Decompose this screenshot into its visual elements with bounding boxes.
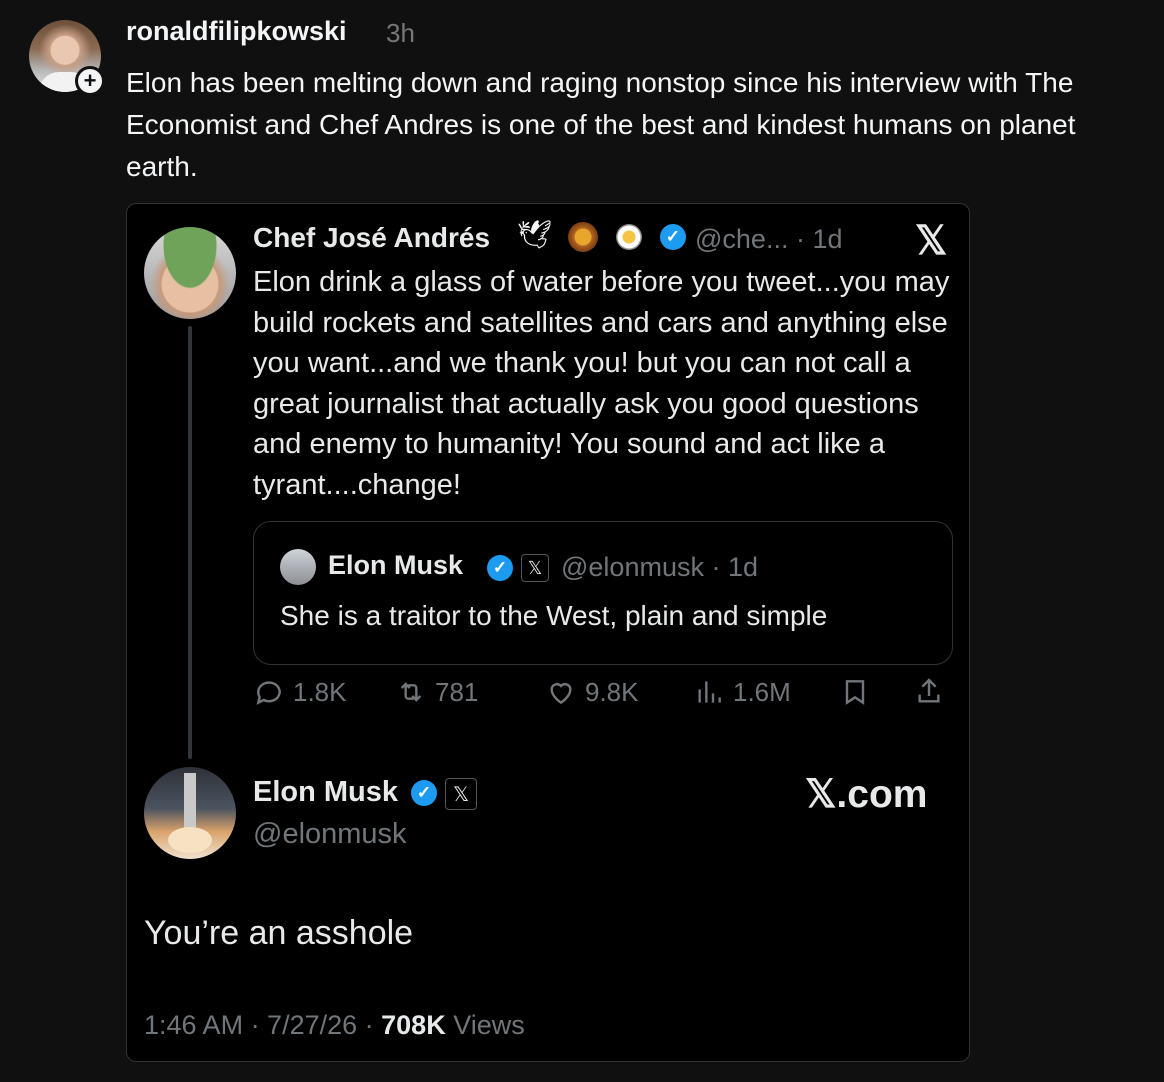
chef-name: Chef José Andrés [253, 222, 491, 253]
verified-icon: ✓ [659, 223, 686, 250]
x-badge-icon: 𝕏 [445, 778, 477, 810]
thread-line [188, 326, 192, 759]
tweet-actions: 1.8K 781 9.8K 1.6M [253, 676, 969, 726]
dove-icon: 🕊 [517, 219, 553, 250]
paella-icon [568, 221, 599, 252]
bookmark-icon [845, 680, 865, 705]
reply-icon [256, 681, 281, 705]
frying-pan-icon [616, 223, 643, 250]
elon-avatar [144, 767, 236, 859]
share-icon [918, 678, 940, 703]
name-emojis: 🕊 ✓ [517, 218, 686, 252]
post-text: Elon has been melting down and raging no… [126, 67, 1076, 182]
x-logo-icon: 𝕏 [915, 219, 948, 263]
tweet-views-count: 708K [381, 1010, 446, 1040]
share-action [913, 676, 953, 708]
views-chart-icon [698, 681, 721, 703]
like-count: 9.8K [585, 676, 639, 707]
quoted-name: Elon Musk [328, 550, 464, 580]
quoted-tweet: Elon Musk ✓ 𝕏 @elonmusk · 1d She is a tr… [253, 521, 953, 665]
reply-author-handle: @elonmusk [253, 818, 407, 850]
heart-icon [550, 683, 572, 705]
reply-action: 1.8K [253, 676, 347, 708]
views-action: 1.6M [693, 676, 791, 708]
chef-avatar [144, 227, 236, 319]
chef-handle: @che... · 1d [695, 224, 843, 254]
post-time: 3h [386, 18, 415, 48]
tweet-timestamp: 1:46 AM · 7/27/26 · [144, 1010, 382, 1040]
quoted-handle: @elonmusk · 1d [561, 552, 758, 582]
author-avatar[interactable]: + [29, 20, 105, 96]
quoted-text: She is a traitor to the West, plain and … [280, 600, 828, 631]
repost-icon [400, 682, 422, 702]
bookmark-action [839, 676, 879, 708]
post-username[interactable]: ronaldfilipkowski [126, 16, 347, 47]
like-action: 9.8K [545, 676, 639, 708]
reply-author-name: Elon Musk [253, 776, 399, 808]
follow-plus-icon[interactable]: + [75, 66, 105, 96]
chef-tweet-text: Elon drink a glass of water before you t… [253, 266, 950, 501]
x-badge-icon: 𝕏 [521, 554, 549, 582]
reply-count: 1.8K [293, 676, 347, 707]
x-com-watermark: 𝕏.com [805, 773, 928, 816]
reply-tweet-text: You’re an asshole [144, 914, 414, 952]
tweet-meta: 1:46 AM · 7/27/26 · 708K Views [144, 1010, 525, 1041]
quoted-avatar [280, 549, 316, 585]
verified-icon: ✓ [411, 780, 437, 806]
tweet-screenshot-image[interactable]: Chef José Andrés 🕊 ✓ @che... · 1d 𝕏 Elon… [126, 203, 970, 1062]
views-count: 1.6M [733, 676, 791, 707]
tweet-views-label: Views [445, 1010, 525, 1040]
verified-icon: ✓ [487, 555, 513, 581]
repost-count: 781 [435, 676, 479, 707]
repost-action: 781 [395, 676, 478, 708]
